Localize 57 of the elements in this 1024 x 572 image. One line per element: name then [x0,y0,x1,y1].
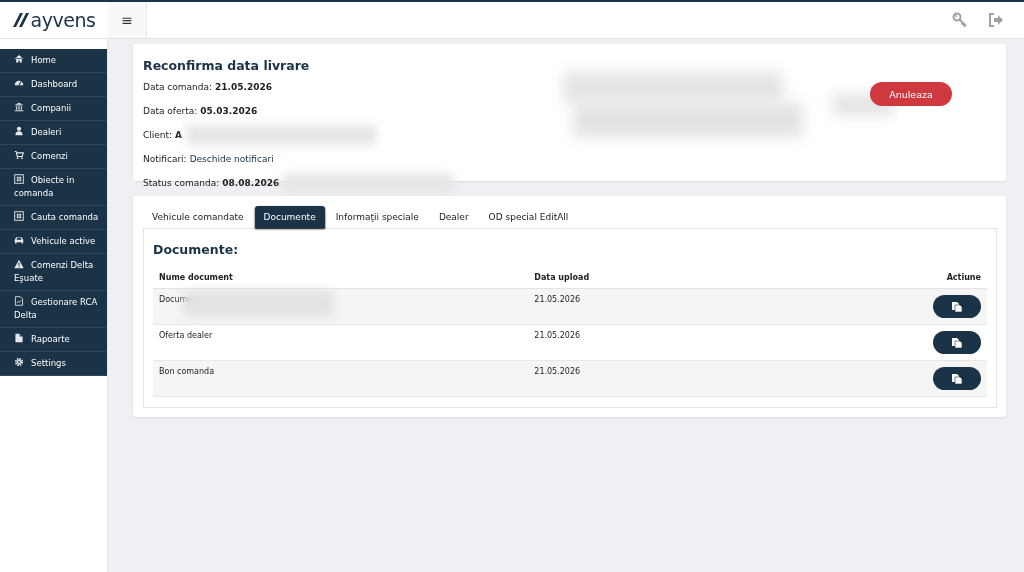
section-title: Documente: [153,242,240,257]
table-cell: 21.05.2026 [528,288,770,325]
column-header: Actiune [770,267,987,289]
column-header: Data upload [528,267,770,289]
menu-button[interactable]: ≡ [108,2,147,38]
home-icon [14,54,24,64]
tab[interactable]: OD special EditAll [479,206,578,228]
grid-icon [14,174,24,184]
sidebar-item[interactable]: Comenzi [0,145,107,169]
sidebar-item[interactable]: Dashboard [0,73,107,97]
user-icon [14,126,24,136]
sidebar-item[interactable]: Cauta comanda [0,206,107,230]
download-button[interactable] [933,367,981,390]
sidebar-item[interactable]: Gestionare RCA Delta [0,291,107,328]
download-button[interactable] [933,295,981,318]
document-icon [14,333,24,343]
key-icon[interactable] [952,12,968,28]
sidebar-item[interactable]: Companii [0,97,107,121]
sidebar-item[interactable]: Obiecte in comanda [0,169,107,206]
car-icon [14,235,24,245]
copy-icon [952,301,962,312]
table-cell: 21.05.2026 [528,360,770,397]
sidebar-item[interactable]: Dealeri [0,121,107,145]
sidebar-item[interactable]: Vehicule active [0,230,107,254]
settings-icon [14,357,24,367]
bank-icon [14,102,24,112]
tab[interactable]: Vehicule comandate [143,206,253,228]
cart-icon [14,150,24,160]
document-icon [14,296,24,306]
table-cell: 21.05.2026 [528,324,770,361]
info-line: Client: A [143,130,183,140]
sidebar-item[interactable]: Comenzi Delta Eşuate [0,254,107,291]
tab[interactable]: Dealer [429,206,478,228]
column-header: Nume document [153,267,529,289]
table-cell: Oferta dealer [153,324,529,361]
tab[interactable]: Informaţii speciale [326,206,428,228]
grid-icon [14,211,24,221]
table-cell: Bon comanda [153,360,529,397]
cancel-button[interactable]: Anuleaza [870,82,952,106]
logo-text: ayvens [30,9,96,31]
info-line: Notificari: Deschide notificari [143,154,274,164]
info-line: Status comanda: 08.08.2026 [143,178,280,188]
sidebar-item[interactable]: Rapoarte [0,328,107,352]
logo-icon [12,13,29,27]
gauge-icon [14,78,24,88]
sidebar-item[interactable]: Settings [0,352,107,376]
notifications-link[interactable]: Deschide notificari [189,154,274,164]
warning-icon [14,259,24,269]
download-button[interactable] [933,331,981,354]
tab[interactable]: Documente [254,206,325,228]
info-line: Data oferta: 05.03.2026 [143,106,258,116]
copy-icon [952,373,962,384]
copy-icon [952,337,962,348]
logout-icon[interactable] [988,12,1004,28]
info-line: Data comanda: 21.05.2026 [143,82,272,92]
card-title: Reconfirma data livrare [143,58,311,73]
sidebar-item[interactable]: Home [0,49,107,73]
